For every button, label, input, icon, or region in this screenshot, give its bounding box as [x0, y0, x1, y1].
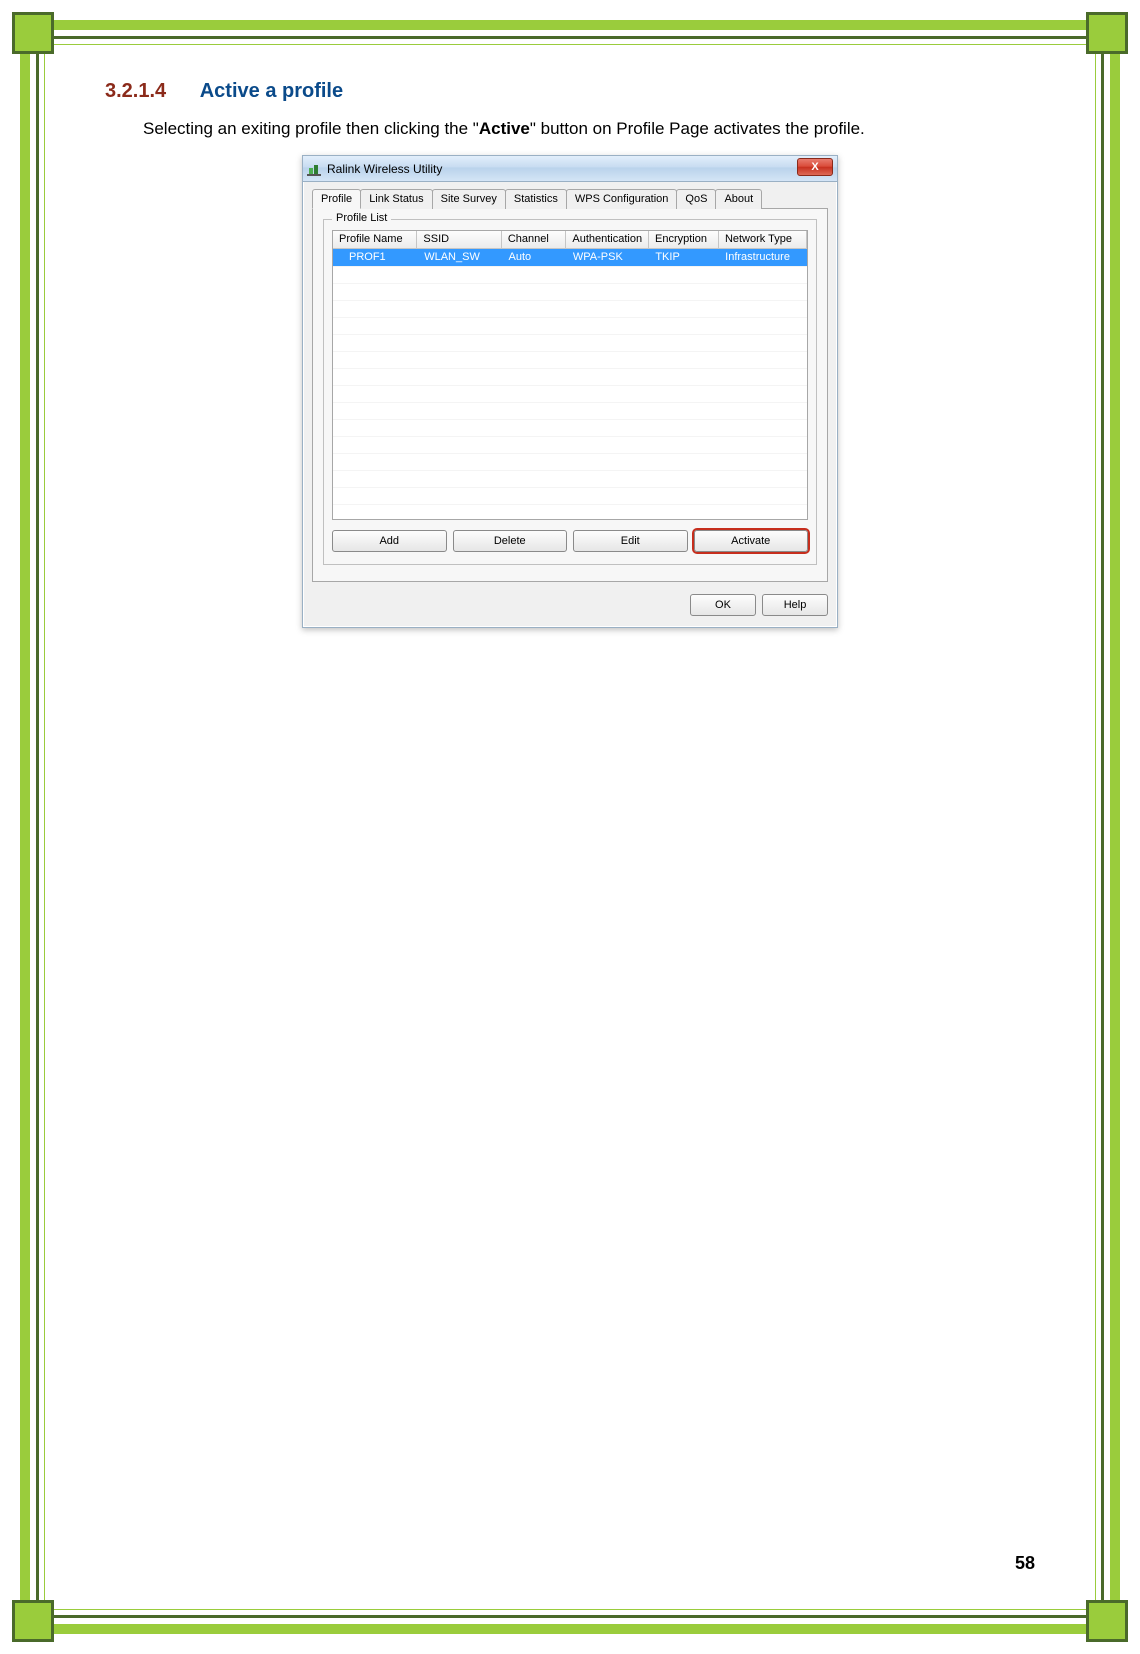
dialog-footer: OK Help	[312, 594, 828, 616]
col-encryption[interactable]: Encryption	[649, 231, 719, 248]
help-button[interactable]: Help	[762, 594, 828, 616]
body-text-post: " button on Profile Page activates the p…	[530, 119, 865, 138]
ok-button[interactable]: OK	[690, 594, 756, 616]
heading-number: 3.2.1.4	[105, 80, 166, 102]
titlebar[interactable]: Ralink Wireless Utility X	[303, 156, 837, 182]
tab-strip: Profile Link Status Site Survey Statisti…	[312, 188, 828, 209]
profile-actions: Add Delete Edit Activate	[332, 530, 808, 552]
cell-network-type: Infrastructure	[719, 249, 807, 266]
delete-button[interactable]: Delete	[453, 530, 568, 552]
section-heading: 3.2.1.4 Active a profile	[105, 80, 1035, 103]
table-empty-rows	[333, 266, 807, 520]
window-title: Ralink Wireless Utility	[327, 162, 442, 176]
tab-link-status[interactable]: Link Status	[360, 189, 432, 209]
heading-title: Active a profile	[200, 80, 343, 102]
app-window: Ralink Wireless Utility X Profile Link S…	[302, 155, 838, 628]
close-button[interactable]: X	[797, 158, 833, 176]
col-ssid[interactable]: SSID	[417, 231, 501, 248]
app-icon	[307, 162, 321, 176]
tab-site-survey[interactable]: Site Survey	[432, 189, 506, 209]
table-header: Profile Name SSID Channel Authentication…	[333, 231, 807, 249]
col-authentication[interactable]: Authentication	[566, 231, 649, 248]
cell-channel: Auto	[502, 249, 566, 266]
cell-ssid: WLAN_SW	[418, 249, 502, 266]
cell-encryption: TKIP	[649, 249, 719, 266]
close-icon: X	[811, 162, 818, 173]
table-row[interactable]: PROF1 WLAN_SW Auto WPA-PSK TKIP Infrastr…	[333, 249, 807, 266]
add-button[interactable]: Add	[332, 530, 447, 552]
page-content: 3.2.1.4 Active a profile Selecting an ex…	[105, 80, 1035, 1574]
tab-panel: Profile List Profile Name SSID Channel A…	[312, 209, 828, 582]
cell-authentication: WPA-PSK	[567, 249, 649, 266]
activate-button[interactable]: Activate	[694, 530, 809, 552]
tab-statistics[interactable]: Statistics	[505, 189, 567, 209]
profile-list-group: Profile List Profile Name SSID Channel A…	[323, 219, 817, 565]
body-text-pre: Selecting an exiting profile then clicki…	[143, 119, 479, 138]
corner-ornament	[1086, 12, 1128, 54]
tab-qos[interactable]: QoS	[676, 189, 716, 209]
tab-wps[interactable]: WPS Configuration	[566, 189, 678, 209]
body-text-bold: Active	[479, 119, 530, 138]
edit-button[interactable]: Edit	[573, 530, 688, 552]
fieldset-legend: Profile List	[332, 212, 391, 224]
profile-table[interactable]: Profile Name SSID Channel Authentication…	[332, 230, 808, 520]
col-profile-name[interactable]: Profile Name	[333, 231, 417, 248]
corner-ornament	[12, 1600, 54, 1642]
page-number: 58	[1015, 1553, 1035, 1574]
tab-about[interactable]: About	[715, 189, 762, 209]
body-paragraph: Selecting an exiting profile then clicki…	[105, 113, 1035, 145]
corner-ornament	[12, 12, 54, 54]
col-channel[interactable]: Channel	[502, 231, 567, 248]
col-network-type[interactable]: Network Type	[719, 231, 807, 248]
cell-profile-name: PROF1	[333, 249, 418, 266]
corner-ornament	[1086, 1600, 1128, 1642]
tab-profile[interactable]: Profile	[312, 189, 361, 209]
dialog-body: Profile Link Status Site Survey Statisti…	[303, 182, 837, 627]
